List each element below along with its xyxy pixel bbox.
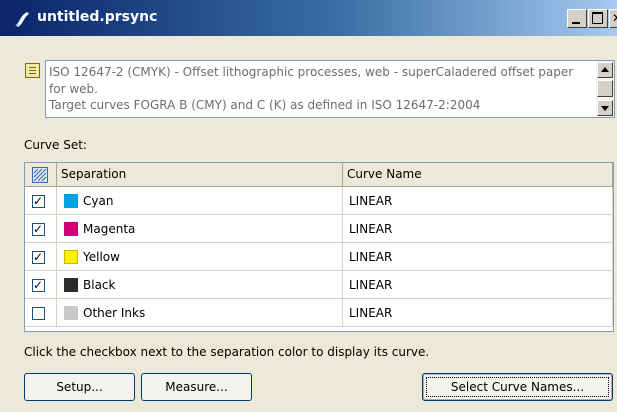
minimize-icon <box>572 22 580 24</box>
scroll-up-button[interactable] <box>597 62 613 78</box>
table-header: Separation Curve Name <box>25 163 613 187</box>
checkbox-magenta[interactable]: ✓ <box>32 222 45 236</box>
measure-button[interactable]: Measure... <box>141 373 252 401</box>
check-icon: ✓ <box>33 278 44 292</box>
description-scrollbar[interactable] <box>596 61 614 117</box>
description-text: ISO 12647-2 (CMYK) - Offset lithographic… <box>49 65 574 112</box>
curve-name[interactable]: LINEAR <box>349 250 392 264</box>
scroll-thumb[interactable] <box>597 80 613 97</box>
curve-set-table: Separation Curve Name ✓ Cyan LINEAR ✓ Ma… <box>24 162 614 332</box>
setup-button[interactable]: Setup... <box>24 373 135 401</box>
maximize-button[interactable] <box>588 9 608 28</box>
check-icon: ✓ <box>33 222 44 236</box>
select-all-icon <box>32 167 48 183</box>
note-icon <box>25 63 40 78</box>
hint-text: Click the checkbox next to the separatio… <box>24 345 430 359</box>
check-icon: ✓ <box>33 194 44 208</box>
separation-name: Yellow <box>83 250 120 264</box>
curve-name[interactable]: LINEAR <box>349 306 392 320</box>
color-swatch-black <box>64 278 78 292</box>
close-button[interactable]: ✕ <box>609 9 617 28</box>
curve-name[interactable]: LINEAR <box>349 222 392 236</box>
table-row: ✓ Black LINEAR <box>25 271 613 299</box>
column-header-separation[interactable]: Separation <box>57 163 343 187</box>
close-icon: ✕ <box>612 11 617 25</box>
checkbox-yellow[interactable]: ✓ <box>32 250 45 264</box>
minimize-button[interactable] <box>567 9 587 28</box>
checkbox-other-inks[interactable] <box>32 307 45 320</box>
table-row: ✓ Cyan LINEAR <box>25 187 613 215</box>
select-all-button[interactable] <box>25 163 57 187</box>
color-swatch-magenta <box>64 222 78 236</box>
color-swatch-cyan <box>64 194 78 208</box>
select-curve-names-button[interactable]: Select Curve Names... <box>422 373 613 401</box>
arrow-down-icon <box>601 106 609 111</box>
color-swatch-other-inks <box>64 306 78 320</box>
separation-name: Other Inks <box>83 306 146 320</box>
curve-set-label: Curve Set: <box>24 138 87 152</box>
column-header-curve-name[interactable]: Curve Name <box>343 163 613 187</box>
table-row: Other Inks LINEAR <box>25 299 613 327</box>
arrow-up-icon <box>601 67 609 72</box>
title-bar: untitled.prsync ✕ <box>0 0 617 36</box>
curve-name[interactable]: LINEAR <box>349 278 392 292</box>
checkbox-black[interactable]: ✓ <box>32 278 45 292</box>
separation-name: Cyan <box>83 194 114 208</box>
app-icon <box>15 12 29 27</box>
separation-name: Black <box>83 278 116 292</box>
table-row: ✓ Magenta LINEAR <box>25 215 613 243</box>
focus-ring <box>426 377 609 397</box>
table-row: ✓ Yellow LINEAR <box>25 243 613 271</box>
separation-name: Magenta <box>83 222 136 236</box>
maximize-icon <box>592 12 603 24</box>
check-icon: ✓ <box>33 250 44 264</box>
window-title: untitled.prsync <box>37 9 158 25</box>
checkbox-cyan[interactable]: ✓ <box>32 194 45 208</box>
description-field[interactable]: ISO 12647-2 (CMYK) - Offset lithographic… <box>45 60 615 118</box>
curve-name[interactable]: LINEAR <box>349 194 392 208</box>
color-swatch-yellow <box>64 250 78 264</box>
scroll-down-button[interactable] <box>597 100 613 116</box>
